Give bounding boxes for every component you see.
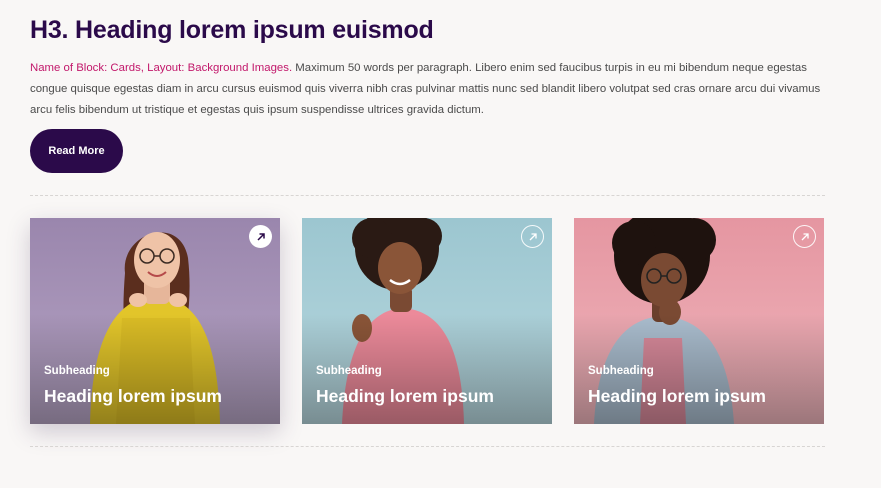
divider-bottom [30, 446, 825, 447]
card-3-subheading: Subheading [588, 365, 654, 377]
card-2-subheading: Subheading [316, 365, 382, 377]
card-2-arrow-up-right-icon[interactable] [521, 225, 544, 248]
card-3-arrow-up-right-icon[interactable] [793, 225, 816, 248]
block-name-highlight: Name of Block: Cards, Layout: Background… [30, 62, 293, 74]
card-1-heading: Heading lorem ipsum [44, 386, 222, 406]
card-1[interactable]: Subheading Heading lorem ipsum [30, 218, 280, 424]
card-grid: Subheading Heading lorem ipsum Subheadin… [30, 218, 825, 424]
card-2[interactable]: Subheading Heading lorem ipsum [302, 218, 552, 424]
card-3[interactable]: Subheading Heading lorem ipsum [574, 218, 824, 424]
card-1-arrow-up-right-icon[interactable] [249, 225, 272, 248]
card-3-heading: Heading lorem ipsum [588, 386, 766, 406]
divider-top [30, 195, 825, 196]
read-more-button[interactable]: Read More [30, 129, 123, 173]
section-heading: H3. Heading lorem ipsum euismod [30, 16, 434, 44]
card-2-heading: Heading lorem ipsum [316, 386, 494, 406]
section-paragraph: Name of Block: Cards, Layout: Background… [30, 58, 825, 121]
card-1-subheading: Subheading [44, 365, 110, 377]
